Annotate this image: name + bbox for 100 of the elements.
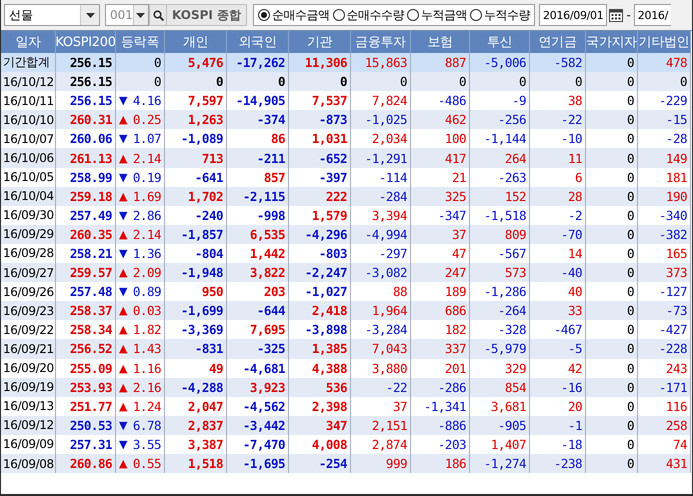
table-cell: -374 <box>256 112 285 128</box>
column-header[interactable]: 기관 <box>289 31 351 53</box>
table-cell: -467 <box>554 322 582 338</box>
column-header[interactable]: 연기금 <box>530 31 586 53</box>
table-cell: -382 <box>658 226 687 242</box>
table-cell: 5,476 <box>188 55 223 70</box>
table-cell: -886 <box>438 418 466 433</box>
table-cell: 16/10/10 <box>3 112 54 127</box>
table-cell: 0 <box>216 74 223 90</box>
table-cell: 247 <box>444 265 466 280</box>
table-cell: 1,407 <box>490 436 526 452</box>
table-cell: 4,008 <box>312 436 347 452</box>
table-cell: 16/09/28 <box>3 246 54 260</box>
table-cell: 16/09/26 <box>3 284 54 299</box>
triangle-up-icon: ▲ <box>119 304 128 318</box>
table-cell: 2,151 <box>372 418 407 433</box>
table-cell: 0 <box>626 398 634 414</box>
table-cell: 258.37 <box>70 303 112 318</box>
table-cell: 116 <box>666 398 687 414</box>
table-cell: 0 <box>154 74 161 90</box>
triangle-up-icon: ▲ <box>119 113 128 126</box>
table-cell: 259.18 <box>70 188 112 204</box>
radio-option[interactable]: 순매수금액 <box>258 6 330 24</box>
table-cell: 887 <box>444 55 466 70</box>
radio-icon[interactable] <box>332 9 345 21</box>
column-header[interactable]: 투신 <box>470 31 530 53</box>
table-cell: -16 <box>560 380 582 395</box>
table-cell: 259.57 <box>70 265 112 280</box>
table-cell: 37 <box>392 398 407 414</box>
radio-option[interactable]: 순매수수량 <box>332 6 404 24</box>
table-cell: 0 <box>626 322 634 338</box>
table-cell: 16/09/13 <box>3 399 54 414</box>
radio-icon[interactable] <box>470 9 482 21</box>
column-header[interactable]: 등락폭 <box>116 31 165 53</box>
table-cell: 999 <box>386 456 407 472</box>
table-cell: 16/09/27 <box>3 266 54 280</box>
column-header[interactable]: 보험 <box>411 31 470 53</box>
table-cell: 1.36 <box>132 246 161 261</box>
index-name-button[interactable]: KOSPI 종합 <box>166 4 248 26</box>
column-header[interactable]: 개인 <box>165 31 227 53</box>
table-cell: 0 <box>626 55 634 70</box>
table-cell: -397 <box>318 170 347 185</box>
table-cell: 2,837 <box>188 418 223 433</box>
table-cell: 713 <box>202 150 223 166</box>
table-cell: 260.31 <box>70 112 112 128</box>
triangle-down-icon: ▼ <box>119 438 128 451</box>
code-combo[interactable]: 001 <box>105 4 149 26</box>
table-cell: -5,006 <box>484 55 526 70</box>
table-cell: 809 <box>504 226 526 242</box>
column-header[interactable]: KOSPI200 <box>56 31 116 53</box>
table-cell: 15,863 <box>364 55 407 70</box>
table-cell: -73 <box>666 303 687 318</box>
table-cell: 222 <box>326 188 347 204</box>
triangle-down-icon: ▼ <box>119 246 128 260</box>
table-cell: -229 <box>658 93 687 108</box>
table-cell: 16/10/04 <box>3 189 54 204</box>
calendar-icon[interactable] <box>609 8 624 22</box>
table-cell: -1,089 <box>180 131 223 146</box>
radio-icon[interactable] <box>407 9 420 21</box>
table-cell: -1,286 <box>484 284 526 300</box>
search-button[interactable] <box>149 4 167 26</box>
start-date-field[interactable]: 2016/09/01 <box>539 4 608 26</box>
table-cell: -567 <box>498 246 526 261</box>
table-cell: -114 <box>378 170 407 185</box>
column-header[interactable]: 국가지자 <box>586 31 638 53</box>
table-cell: 16/09/23 <box>3 304 54 318</box>
table-cell: 11 <box>568 150 582 166</box>
table-cell: -9 <box>512 93 526 108</box>
table-cell: 0 <box>626 380 634 395</box>
table-cell: -171 <box>658 380 687 395</box>
radio-option[interactable]: 누적수량 <box>470 6 530 24</box>
table-cell: -1,699 <box>180 303 223 318</box>
end-date-field[interactable]: 2016/ <box>634 4 671 26</box>
table-cell: 337 <box>444 341 466 356</box>
table-cell: 257.31 <box>70 436 112 452</box>
market-select[interactable]: 선물 <box>4 4 100 26</box>
table-cell: 0 <box>626 150 634 166</box>
table-cell: -286 <box>438 380 466 395</box>
column-header[interactable]: 기타법인 <box>638 31 691 53</box>
table-cell: 2,418 <box>312 303 347 318</box>
table-cell: 0 <box>626 74 634 90</box>
table-cell: 258 <box>666 418 687 433</box>
table-cell: 16/09/22 <box>3 322 54 337</box>
column-header[interactable]: 일자 <box>1 31 56 53</box>
table-cell: 417 <box>444 150 466 166</box>
table-cell: 0 <box>154 55 161 70</box>
table-cell: -347 <box>438 208 466 223</box>
table-cell: 3,394 <box>372 208 407 223</box>
table-cell: -256 <box>498 112 526 128</box>
table-cell: 7,043 <box>372 341 407 356</box>
table-cell: 16/10/07 <box>3 132 54 146</box>
column-header[interactable]: 외국인 <box>227 31 289 53</box>
table-cell: -2,247 <box>304 265 347 280</box>
table-cell: 4,388 <box>312 360 347 376</box>
column-header[interactable]: 금융투자 <box>351 31 411 53</box>
table-cell: 74 <box>672 436 687 452</box>
radio-option[interactable]: 누적금액 <box>407 6 468 24</box>
caret-icon <box>136 12 146 18</box>
triangle-up-icon: ▲ <box>119 228 128 241</box>
radio-icon[interactable] <box>258 9 270 21</box>
